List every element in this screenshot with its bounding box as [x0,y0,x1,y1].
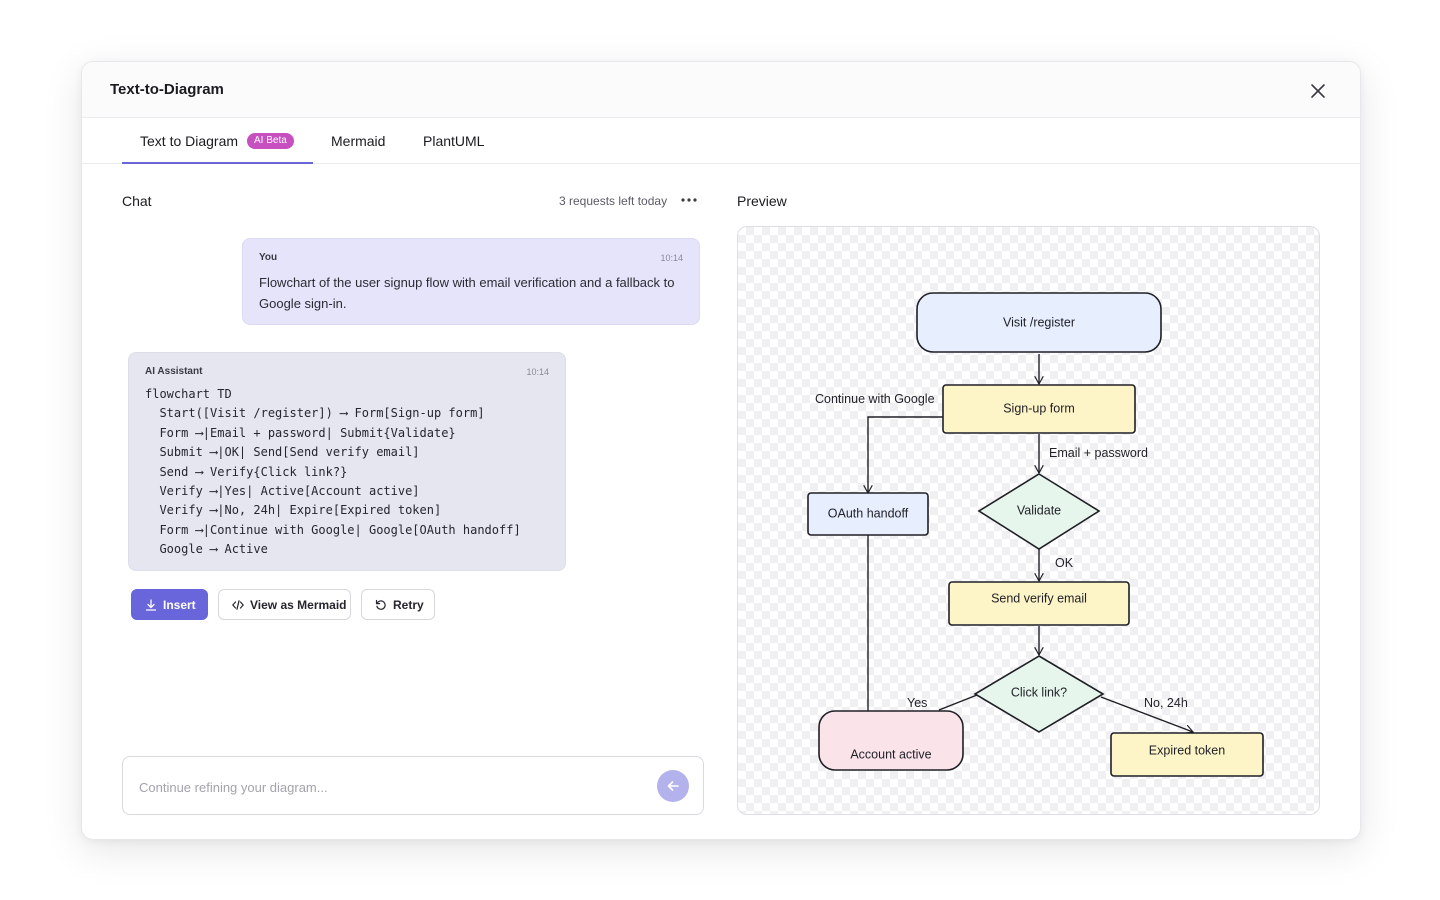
assistant-message: AI Assistant 10:14 flowchart TD Start([V… [128,352,566,571]
retry-label: Retry [393,598,424,612]
edge-form-oauth [868,416,943,493]
chat-heading: Chat [122,193,152,209]
message-author: You [259,252,278,263]
arrow-left-icon [667,781,679,791]
preview-canvas[interactable]: Visit /register Sign-up form OAuth hando… [737,226,1320,815]
requests-left: 3 requests left today [559,194,668,208]
tab-bar: Text to Diagram AI Beta Mermaid PlantUML [82,118,1360,164]
flowchart-diagram: Visit /register Sign-up form OAuth hando… [807,292,1264,777]
node-oauth-handoff-label: OAuth handoff [828,506,909,520]
view-as-mermaid-label: View as Mermaid [250,598,347,612]
close-icon [1311,84,1325,98]
dialog-header: Text-to-Diagram [82,62,1360,118]
edge-label-continue-with-google: Continue with Google [815,392,935,406]
download-icon [145,599,157,611]
message-author: AI Assistant [145,366,203,377]
node-account-active-label: Account active [850,747,931,761]
tab-label: Mermaid [331,133,386,149]
node-click-link-label: Click link? [1011,685,1067,699]
refresh-icon [375,599,386,610]
chat-input[interactable] [137,775,641,799]
tab-label: PlantUML [423,133,485,149]
more-options-button[interactable] [678,190,700,210]
code-icon [232,600,244,610]
more-horizontal-icon [681,198,697,202]
edge-label-yes: Yes [907,696,927,710]
preview-heading: Preview [737,193,787,209]
edge-click-active [938,694,978,711]
node-send-verify-email-label: Send verify email [991,591,1087,605]
insert-button[interactable]: Insert [131,589,208,620]
chat-input-box [122,756,704,815]
tab-label: Text to Diagram [140,133,239,149]
dialog-title: Text-to-Diagram [110,81,224,98]
insert-label: Insert [163,598,196,612]
retry-button[interactable]: Retry [361,589,435,620]
edge-oauth-active [843,535,869,737]
edge-label-ok: OK [1055,556,1074,570]
node-visit-register-label: Visit /register [1003,315,1075,329]
node-expired-token-label: Expired token [1149,743,1225,757]
node-validate-label: Validate [1017,503,1061,517]
tab-text-to-diagram[interactable]: Text to Diagram AI Beta [122,118,313,164]
close-button[interactable] [1306,79,1330,103]
node-sign-up-form-label: Sign-up form [1003,401,1075,415]
message-text: Flowchart of the user signup flow with e… [259,275,675,311]
view-as-mermaid-button[interactable]: View as Mermaid [218,589,351,620]
edge-label-no-24h: No, 24h [1144,696,1188,710]
message-time: 10:14 [526,367,549,377]
text-to-diagram-dialog: Text-to-Diagram Text to Diagram AI Beta … [81,61,1361,840]
edge-label-email-password: Email + password [1049,446,1148,460]
mermaid-code-block: flowchart TD Start([Visit /register]) ⟶ … [145,387,521,557]
user-message: You 10:14 Flowchart of the user signup f… [242,238,700,325]
send-button[interactable] [657,770,689,802]
ai-beta-badge: AI Beta [247,133,294,149]
message-time: 10:14 [660,253,683,263]
